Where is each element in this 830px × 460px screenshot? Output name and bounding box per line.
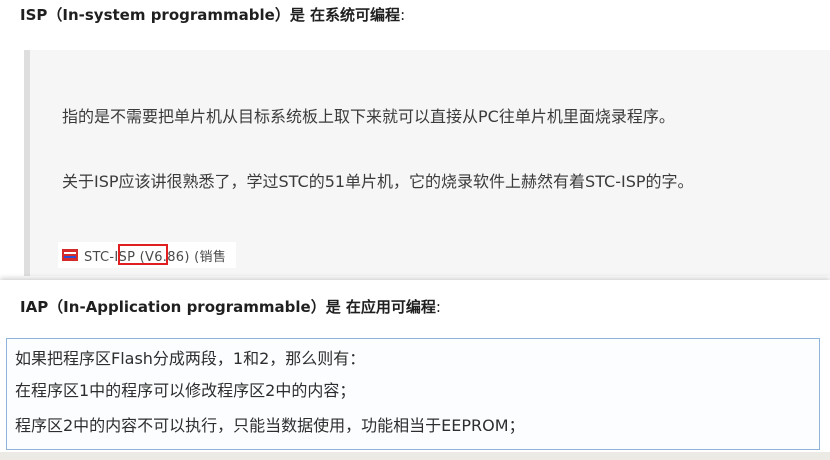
iap-heading: IAP（In-Application programmable）是 在应用可编程… — [20, 296, 441, 317]
isp-paragraph-1: 指的是不需要把单片机从目标系统板上取下来就可以直接从PC往单片机里面烧录程序。 — [62, 107, 675, 126]
iap-heading-text: IAP（In-Application programmable）是 在应用可编程 — [20, 298, 436, 316]
isp-heading-text: ISP（In-system programmable）是 在系统可编程 — [20, 6, 401, 24]
iap-text-box: 如果把程序区Flash分成两段，1和2，那么则有： 在程序区1中的程序可以修改程… — [6, 338, 820, 450]
bottom-background-strip — [0, 452, 830, 460]
isp-paragraph-2: 关于ISP应该讲很熟悉了，学过STC的51单片机，它的烧录软件上赫然有着STC-… — [62, 172, 694, 191]
iap-section: IAP（In-Application programmable）是 在应用可编程… — [0, 280, 830, 460]
stc-logo-icon — [62, 249, 78, 261]
iap-line-1: 如果把程序区Flash分成两段，1和2，那么则有： — [15, 349, 366, 368]
isp-highlight-box — [118, 244, 168, 265]
isp-heading: ISP（In-system programmable）是 在系统可编程: — [20, 4, 405, 30]
iap-line-3: 程序区2中的内容不可以执行，只能当数据使用，功能相当于EEPROM； — [15, 416, 525, 435]
iap-heading-colon: : — [435, 298, 441, 316]
iap-line-2: 在程序区1中的程序可以修改程序区2中的内容； — [15, 381, 356, 400]
isp-heading-colon: : — [400, 6, 406, 24]
stc-isp-window-title-image: STC-ISP (V6.86) (销售 — [58, 242, 236, 268]
